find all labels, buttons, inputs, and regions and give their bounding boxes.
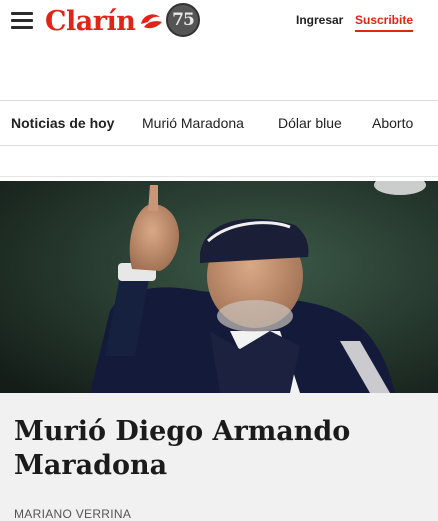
- divider: [0, 176, 438, 177]
- article-card[interactable]: Murió Diego Armando Maradona MARIANO VER…: [0, 393, 438, 521]
- logo-text: Clarín: [45, 5, 136, 37]
- hamburger-menu-icon[interactable]: [11, 12, 33, 29]
- clarin-logo-mark-icon: [141, 14, 163, 29]
- nav-item-noticias-de-hoy[interactable]: Noticias de hoy: [11, 115, 114, 131]
- nav-item-murio-maradona[interactable]: Murió Maradona: [142, 115, 244, 131]
- hero-photo: [0, 181, 438, 393]
- anniversary-75-badge-icon: 75: [166, 3, 200, 37]
- nav-item-dolar-blue[interactable]: Dólar blue: [278, 115, 342, 131]
- clarin-logo[interactable]: Clarín: [45, 2, 164, 40]
- article-author: MARIANO VERRINA: [14, 507, 132, 521]
- subscribe-link[interactable]: Suscribite: [355, 13, 414, 32]
- nav-item-aborto[interactable]: Aborto: [372, 115, 413, 131]
- article-headline[interactable]: Murió Diego Armando Maradona: [14, 415, 424, 483]
- hero-image[interactable]: [0, 181, 438, 393]
- topic-nav: Noticias de hoy Murió Maradona Dólar blu…: [0, 100, 438, 146]
- login-link[interactable]: Ingresar: [296, 13, 343, 27]
- site-header: Clarín 75 Ingresar Suscribite: [0, 0, 438, 44]
- badge-text: 75: [172, 10, 195, 30]
